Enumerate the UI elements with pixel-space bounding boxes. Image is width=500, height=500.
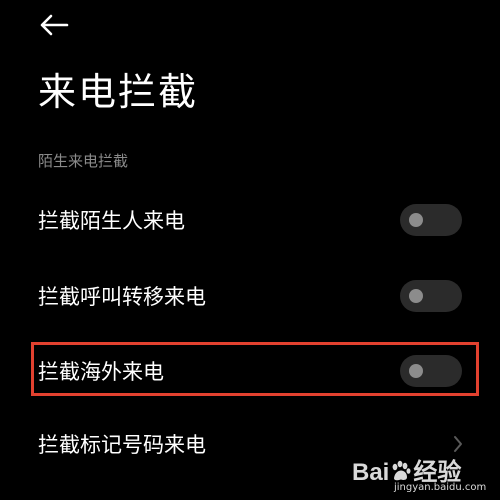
setting-label: 拦截海外来电 bbox=[38, 360, 164, 384]
toggle-knob bbox=[409, 289, 423, 303]
block-forwarded-toggle[interactable] bbox=[400, 280, 462, 312]
page-title: 来电拦截 bbox=[38, 70, 199, 114]
block-overseas-toggle[interactable] bbox=[400, 355, 462, 387]
setting-label: 拦截呼叫转移来电 bbox=[38, 285, 206, 309]
arrow-left-icon bbox=[40, 14, 69, 36]
chevron-right-icon bbox=[448, 432, 468, 456]
block-strangers-toggle[interactable] bbox=[400, 204, 462, 236]
setting-row-block-strangers[interactable]: 拦截陌生人来电 bbox=[0, 190, 500, 250]
back-button[interactable] bbox=[36, 10, 72, 40]
section-label: 陌生来电拦截 bbox=[38, 152, 129, 170]
toggle-knob bbox=[409, 364, 423, 378]
setting-row-block-marked[interactable]: 拦截标记号码来电 bbox=[0, 414, 500, 474]
setting-label: 拦截标记号码来电 bbox=[38, 433, 206, 457]
setting-row-block-forwarded[interactable]: 拦截呼叫转移来电 bbox=[0, 266, 500, 326]
watermark-url: jingyan.baidu.com bbox=[394, 482, 487, 493]
setting-row-block-overseas[interactable]: 拦截海外来电 bbox=[0, 341, 500, 401]
setting-label: 拦截陌生人来电 bbox=[38, 209, 185, 233]
toggle-knob bbox=[409, 213, 423, 227]
